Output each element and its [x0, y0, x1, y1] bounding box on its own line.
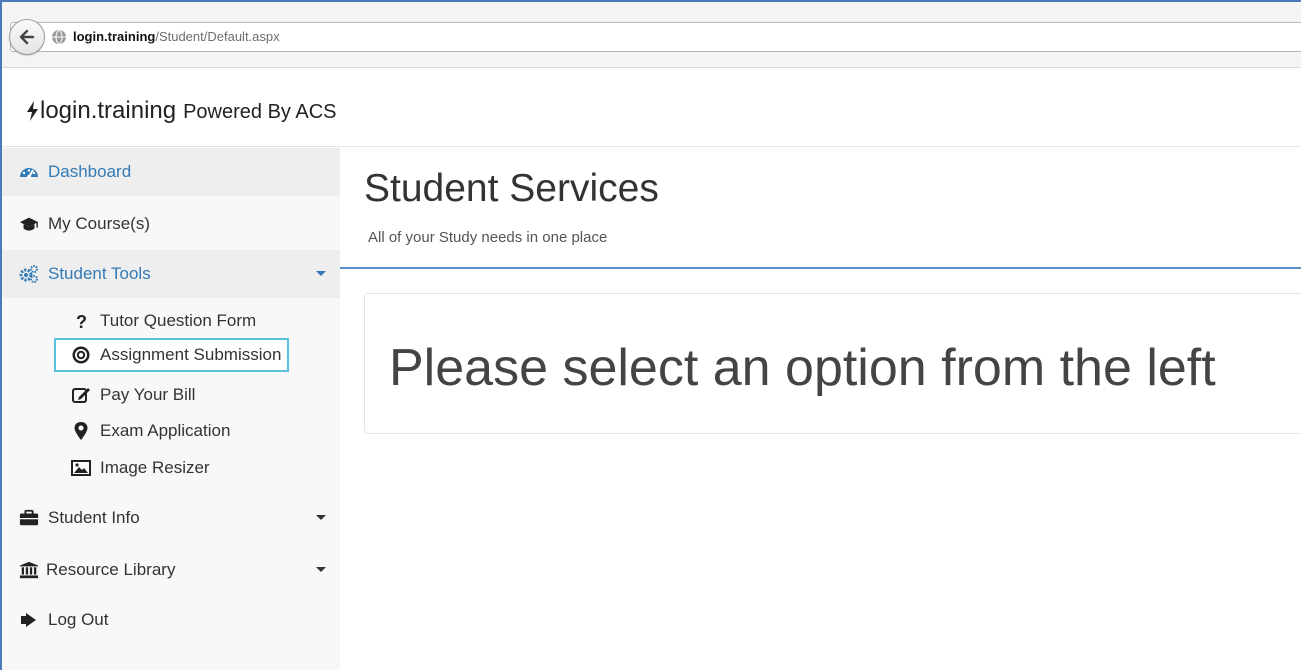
- url-domain: login.training: [73, 29, 156, 44]
- map-marker-icon: [70, 421, 92, 441]
- bullseye-icon: [70, 345, 92, 365]
- chevron-down-icon: [316, 271, 326, 276]
- sidebar-subitem-tutor-question-form[interactable]: ? Tutor Question Form: [54, 304, 262, 338]
- sidebar-subitem-exam-application[interactable]: Exam Application: [54, 414, 236, 448]
- chevron-down-icon: [316, 515, 326, 520]
- back-button[interactable]: [9, 19, 45, 55]
- brand-name: login.training: [40, 97, 177, 124]
- sidebar-subitem-label: Image Resizer: [100, 458, 210, 477]
- sidebar-item-dashboard[interactable]: Dashboard: [2, 148, 340, 196]
- cogs-icon: [18, 264, 40, 284]
- title-divider: [340, 267, 1301, 269]
- address-bar[interactable]: login.training/Student/Default.aspx: [9, 19, 1301, 55]
- sidebar-subitem-image-resizer[interactable]: Image Resizer: [54, 451, 216, 485]
- sidebar-subitem-assignment-submission[interactable]: Assignment Submission: [54, 338, 290, 372]
- graduation-cap-icon: [18, 214, 40, 234]
- sidebar-item-resource-library[interactable]: Resource Library: [2, 546, 340, 594]
- brand-link[interactable]: login.training Powered By ACS: [26, 97, 337, 125]
- bank-icon: [18, 560, 40, 580]
- sidebar-subitem-pay-your-bill[interactable]: Pay Your Bill: [54, 378, 201, 412]
- sidebar-item-label: Student Info: [48, 508, 140, 527]
- site-header: login.training Powered By ACS: [2, 69, 1301, 147]
- url-path: /Student/Default.aspx: [155, 29, 280, 44]
- globe-icon: [52, 29, 66, 45]
- main-content: Student Services All of your Study needs…: [340, 148, 1301, 670]
- sidebar-subitem-label: Assignment Submission: [100, 345, 282, 364]
- brand-powered-by: Powered By ACS: [183, 101, 337, 123]
- sidebar-item-label: Dashboard: [48, 162, 132, 181]
- back-arrow-icon: [19, 29, 35, 45]
- message-panel: Please select an option from the left: [364, 293, 1301, 434]
- question-icon: ?: [70, 311, 92, 331]
- sidebar-item-label: Student Tools: [48, 264, 151, 283]
- page-subtitle: All of your Study needs in one place: [368, 229, 608, 246]
- sidebar-item-student-tools[interactable]: Student Tools: [2, 250, 340, 298]
- page-title: Student Services: [364, 167, 659, 210]
- sign-out-icon: [18, 610, 40, 630]
- briefcase-icon: [18, 508, 40, 528]
- edit-icon: [70, 385, 92, 405]
- picture-icon: [70, 458, 92, 478]
- bolt-icon: [27, 101, 38, 121]
- sidebar: Dashboard My Course(s) Student Tools ? T…: [2, 148, 340, 670]
- sidebar-item-label: Log Out: [48, 610, 109, 629]
- sidebar-item-label: My Course(s): [48, 214, 151, 233]
- sidebar-item-student-info[interactable]: Student Info: [2, 494, 340, 542]
- svg-text:?: ?: [76, 312, 87, 331]
- select-option-message: Please select an option from the left: [389, 339, 1216, 397]
- sidebar-item-log-out[interactable]: Log Out: [2, 596, 340, 644]
- sidebar-item-my-courses[interactable]: My Course(s): [2, 200, 340, 248]
- dashboard-icon: [18, 162, 40, 182]
- sidebar-subitem-label: Exam Application: [100, 421, 231, 440]
- sidebar-subitem-label: Tutor Question Form: [100, 311, 257, 330]
- chevron-down-icon: [316, 567, 326, 572]
- browser-toolbar: login.training/Student/Default.aspx: [2, 2, 1301, 68]
- sidebar-item-label: Resource Library: [46, 560, 176, 579]
- url-text: login.training/Student/Default.aspx: [73, 29, 280, 44]
- sidebar-subitem-label: Pay Your Bill: [100, 385, 196, 404]
